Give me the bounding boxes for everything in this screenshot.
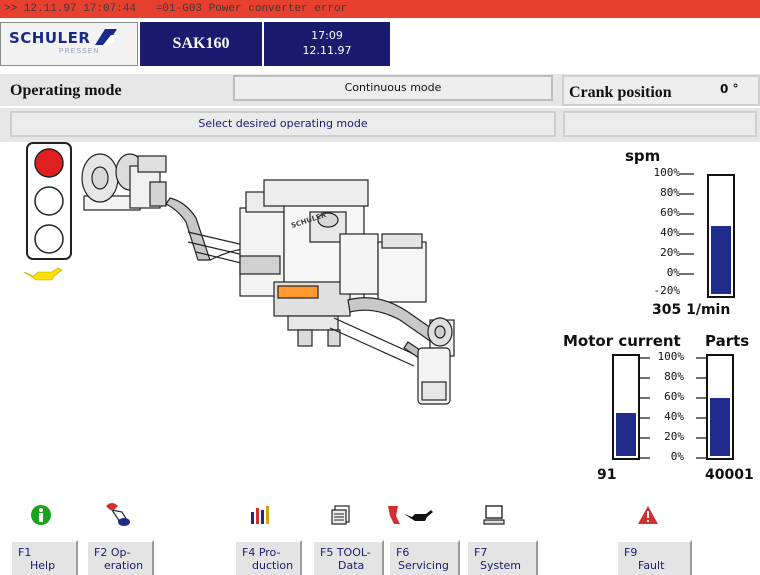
spm-tick: -20% <box>653 284 681 297</box>
logo-subtext: PRESSEN <box>59 48 100 55</box>
logo: SCHULER PRESSEN <box>0 22 138 66</box>
traffic-light <box>26 142 72 260</box>
hint-right-field <box>563 111 757 137</box>
servicing-oil-icon[interactable] <box>384 502 434 528</box>
machine-name: SAK160 <box>140 22 262 66</box>
tool-data-icon[interactable] <box>330 504 352 526</box>
traffic-light-green <box>34 224 64 254</box>
press-line-diagram: SCHULER <box>81 153 455 405</box>
clock-time: 17:09 <box>311 29 343 42</box>
clock: 17:09 12.11.97 <box>264 22 390 66</box>
f5-key-label: F5 TOOL- <box>320 546 371 559</box>
motor-current-value: 91 <box>597 467 617 483</box>
f7-key-text: System <box>480 559 522 572</box>
motor-current-bar <box>612 354 640 460</box>
f9-key-text: Fault <box>638 559 665 572</box>
clock-date: 12.11.97 <box>302 44 352 57</box>
parts-title: Parts <box>705 332 750 350</box>
traffic-light-red <box>34 148 64 178</box>
spm-tick: 80% <box>660 186 680 199</box>
spm-bar <box>707 174 735 298</box>
f1-key-label: F1 <box>18 546 32 559</box>
traffic-light-yellow <box>34 186 64 216</box>
spm-value: 305 1/min <box>652 302 731 318</box>
parts-value: 40001 <box>705 467 754 483</box>
f6-servicing-button[interactable]: F6 Servicing <box>388 540 460 575</box>
f6-key-label: F6 <box>396 546 410 559</box>
f4-production-button[interactable]: F4 Pro- duction <box>234 540 302 575</box>
info-icon[interactable] <box>30 504 52 526</box>
f2-operation-button[interactable]: F2 Op- eration <box>86 540 154 575</box>
hand-operation-icon[interactable] <box>102 500 132 528</box>
hint-message: Select desired operating mode <box>10 111 556 137</box>
logo-mark-icon <box>95 29 117 45</box>
f6-key-text: Servicing <box>398 559 449 572</box>
f7-key-label: F7 <box>474 546 488 559</box>
logo-text: SCHULER <box>9 29 91 47</box>
motor-current-bar-fill <box>616 413 636 456</box>
f9-key-label: F9 <box>624 546 638 559</box>
f5-key-text: Data <box>338 559 365 572</box>
spm-tick: 20% <box>660 246 680 259</box>
spm-tick: 60% <box>660 206 680 219</box>
shared-tick-marks <box>640 357 706 459</box>
spm-tick: 40% <box>660 226 680 239</box>
parts-bar <box>706 354 734 460</box>
f4-key-text: duction <box>252 559 294 572</box>
parts-bar-fill <box>710 398 730 456</box>
operating-mode-label: Operating mode <box>10 82 122 99</box>
alarm-message-bar[interactable]: >> 12.11.97 17:07:44 =01-G03 Power conve… <box>0 0 760 18</box>
production-chart-icon[interactable] <box>250 504 270 524</box>
spm-tick: 0% <box>666 266 680 279</box>
f2-key-label: F2 Op- <box>94 546 131 559</box>
operating-mode-field[interactable]: Continuous mode <box>233 75 553 101</box>
motor-current-title: Motor current <box>563 332 681 350</box>
f7-system-button[interactable]: F7 System <box>466 540 538 575</box>
f5-tool-data-button[interactable]: F5 TOOL- Data <box>312 540 384 575</box>
f4-key-label: F4 Pro- <box>242 546 281 559</box>
spm-tick-marks <box>680 173 694 275</box>
system-computer-icon[interactable] <box>483 505 505 525</box>
f9-fault-button[interactable]: F9 Fault <box>616 540 692 575</box>
oil-can-icon <box>23 267 63 281</box>
f1-help-button[interactable]: F1 Help <box>10 540 78 575</box>
crank-position-value: 0 ° <box>720 82 739 96</box>
f2-key-text: eration <box>104 559 144 572</box>
spm-tick: 100% <box>653 166 681 179</box>
f1-key-text: Help <box>30 559 56 572</box>
fault-warning-icon[interactable] <box>637 505 659 525</box>
crank-position-label: Crank position <box>569 84 672 101</box>
spm-bar-fill <box>711 226 731 294</box>
spm-title: spm <box>625 147 661 165</box>
